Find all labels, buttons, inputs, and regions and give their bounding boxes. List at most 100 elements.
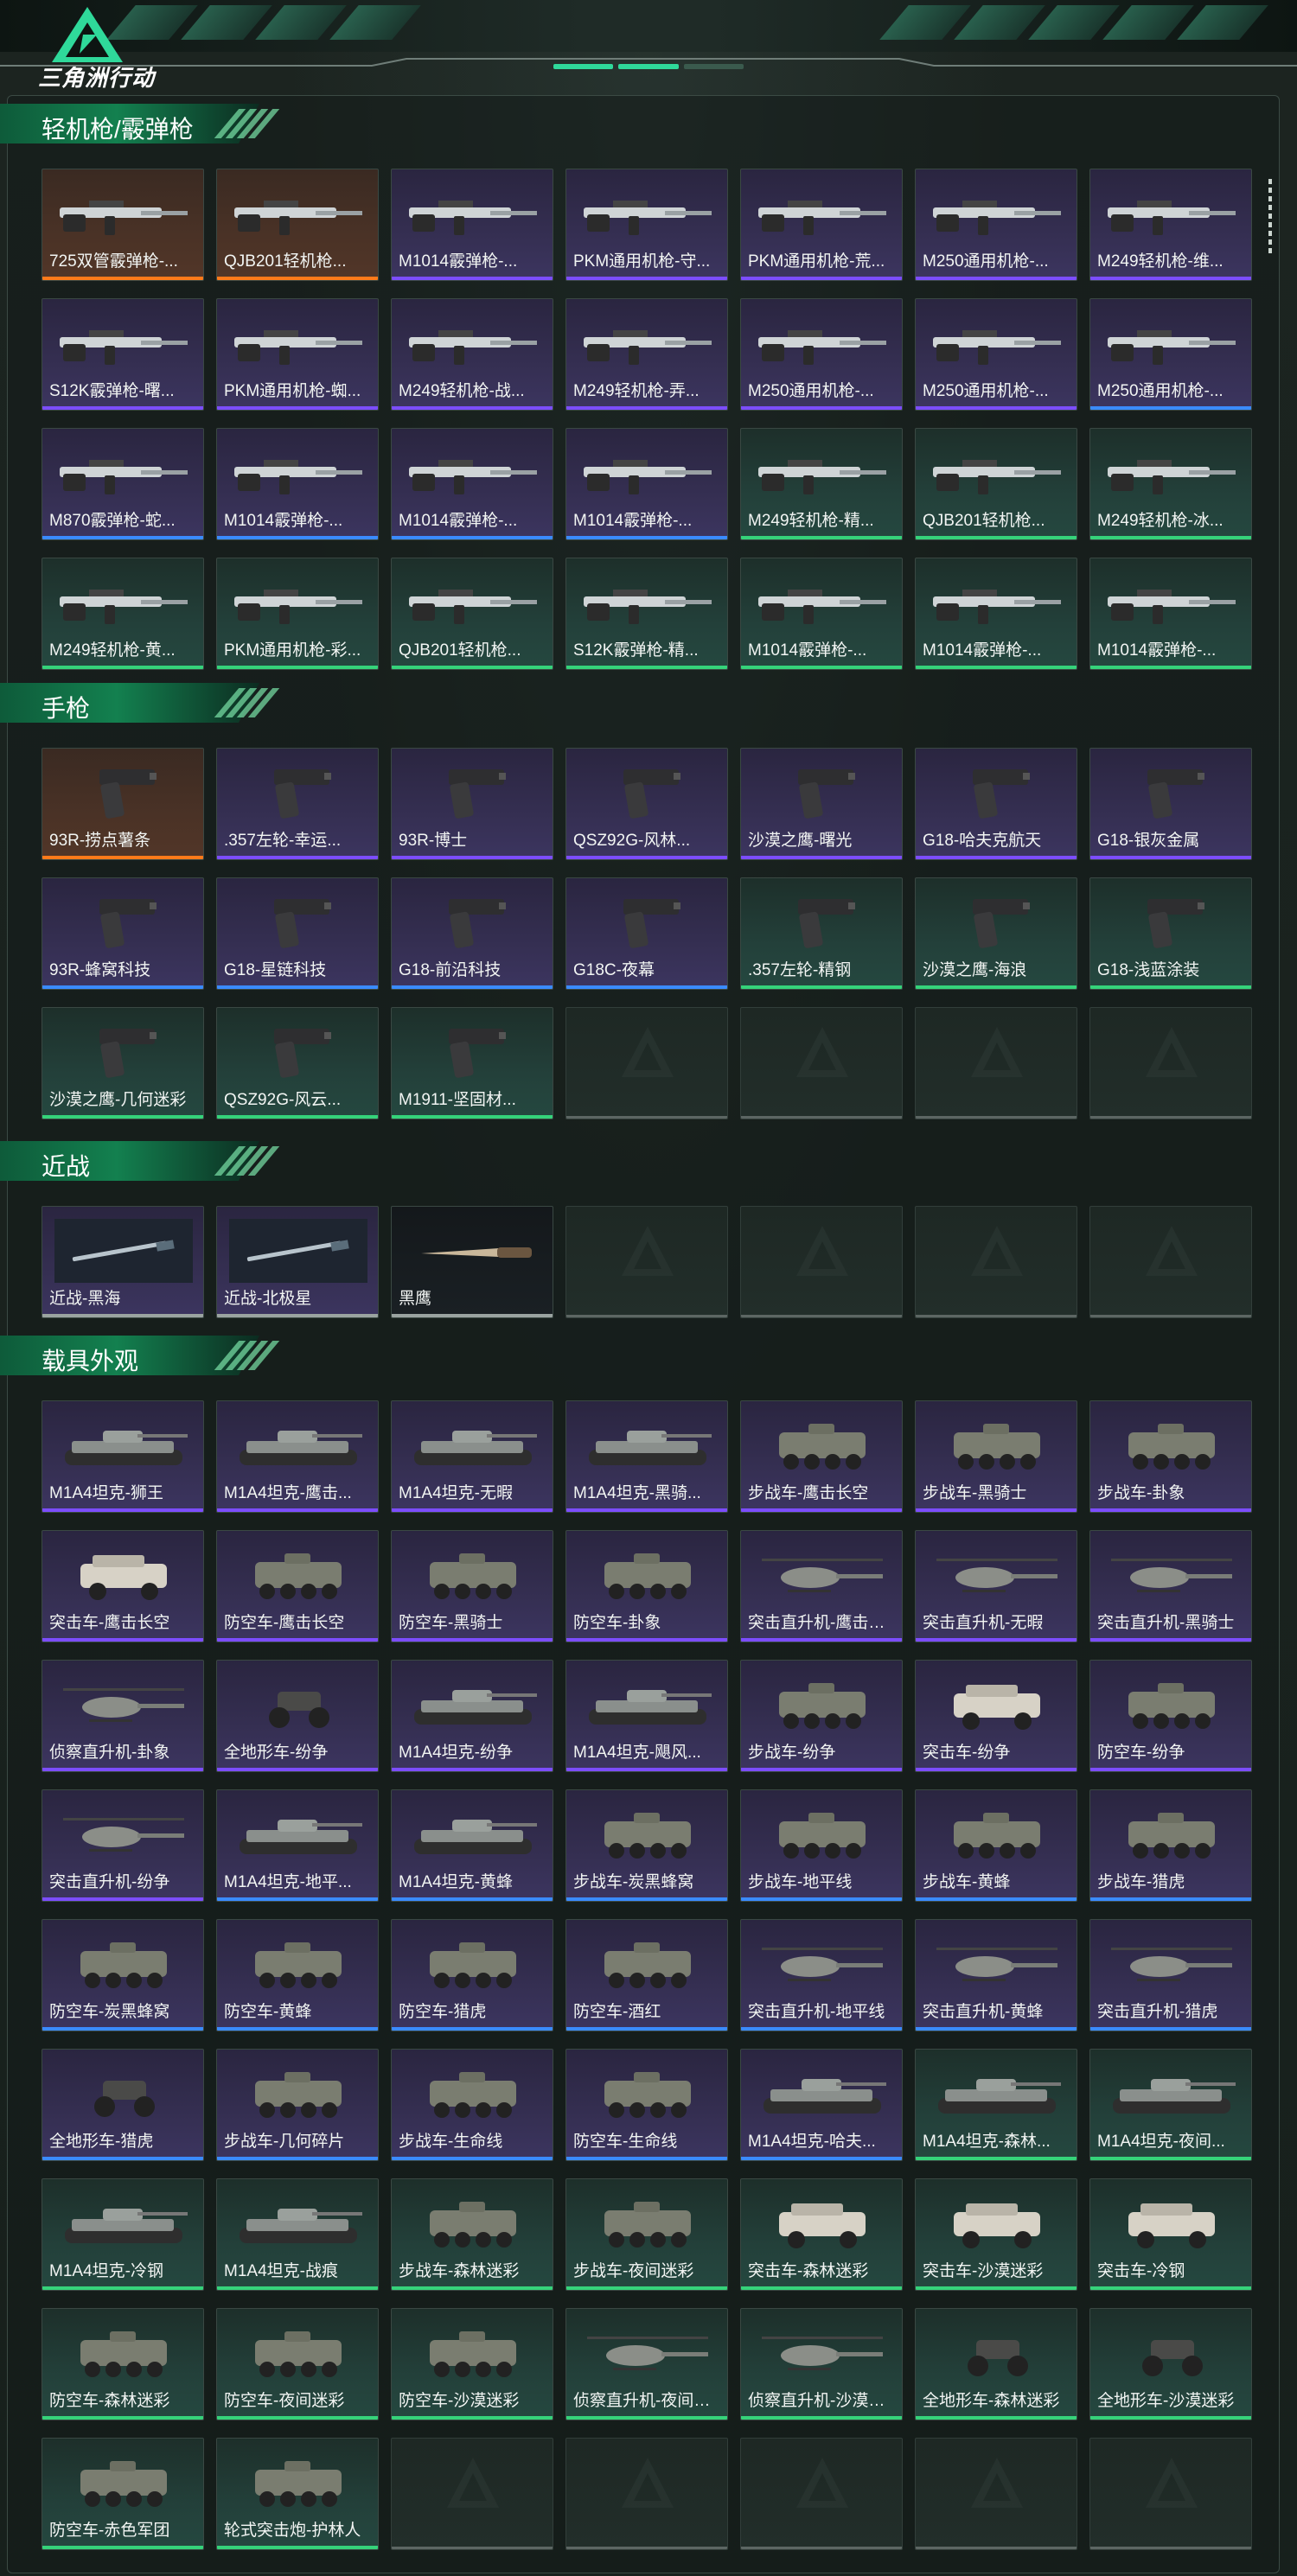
skin-card[interactable]: 沙漠之鹰-海浪: [915, 877, 1077, 990]
skin-card[interactable]: M1014霰弹枪-...: [391, 169, 553, 281]
skin-card[interactable]: 突击车-沙漠迷彩: [915, 2178, 1077, 2291]
skin-card[interactable]: 步战车-炭黑蜂窝: [565, 1789, 728, 1902]
skin-card[interactable]: QJB201轻机枪...: [915, 428, 1077, 540]
skin-card[interactable]: M250通用机枪-...: [915, 298, 1077, 411]
skin-card[interactable]: M1014霰弹枪-...: [915, 558, 1077, 670]
skin-card[interactable]: 防空车-纷争: [1089, 1660, 1252, 1772]
skin-card[interactable]: 93R-蜂窝科技: [42, 877, 204, 990]
skin-card[interactable]: 沙漠之鹰-几何迷彩: [42, 1007, 204, 1119]
skin-card[interactable]: 突击直升机-黑骑士: [1089, 1530, 1252, 1642]
scrollbar[interactable]: [1268, 179, 1274, 257]
skin-card[interactable]: M250通用机枪-...: [1089, 298, 1252, 411]
skin-card[interactable]: 突击直升机-地平线: [740, 1919, 903, 2031]
skin-card[interactable]: M1A4坦克-纷争: [391, 1660, 553, 1772]
skin-card[interactable]: 防空车-沙漠迷彩: [391, 2308, 553, 2420]
skin-card[interactable]: 突击直升机-黄蜂: [915, 1919, 1077, 2031]
skin-card[interactable]: 近战-北极星: [216, 1206, 379, 1318]
skin-card[interactable]: 近战-黑海: [42, 1206, 204, 1318]
skin-card[interactable]: M1014霰弹枪-...: [391, 428, 553, 540]
skin-card[interactable]: 全地形车-沙漠迷彩: [1089, 2308, 1252, 2420]
skin-card[interactable]: 防空车-黑骑士: [391, 1530, 553, 1642]
skin-card[interactable]: QJB201轻机枪...: [391, 558, 553, 670]
skin-card[interactable]: G18-银灰金属: [1089, 748, 1252, 860]
skin-card[interactable]: M249轻机枪-战...: [391, 298, 553, 411]
skin-card[interactable]: QSZ92G-风林...: [565, 748, 728, 860]
skin-card[interactable]: 步战车-地平线: [740, 1789, 903, 1902]
skin-card[interactable]: PKM通用机枪-彩...: [216, 558, 379, 670]
skin-card[interactable]: M1911-坚固材...: [391, 1007, 553, 1119]
skin-card[interactable]: 全地形车-纷争: [216, 1660, 379, 1772]
skin-card[interactable]: M1A4坦克-黄蜂: [391, 1789, 553, 1902]
skin-card[interactable]: 防空车-炭黑蜂窝: [42, 1919, 204, 2031]
skin-card[interactable]: 全地形车-猎虎: [42, 2049, 204, 2161]
skin-card[interactable]: S12K霰弹枪-精...: [565, 558, 728, 670]
skin-card[interactable]: 侦察直升机-沙漠迷...: [740, 2308, 903, 2420]
skin-card[interactable]: 突击直升机-鹰击长...: [740, 1530, 903, 1642]
skin-card[interactable]: G18C-夜幕: [565, 877, 728, 990]
skin-card[interactable]: M1A4坦克-地平...: [216, 1789, 379, 1902]
skin-card[interactable]: M249轻机枪-精...: [740, 428, 903, 540]
skin-card[interactable]: M1014霰弹枪-...: [216, 428, 379, 540]
skin-card[interactable]: .357左轮-幸运...: [216, 748, 379, 860]
skin-card[interactable]: PKM通用机枪-荒...: [740, 169, 903, 281]
skin-card[interactable]: 突击直升机-无暇: [915, 1530, 1077, 1642]
skin-card[interactable]: M1A4坦克-狮王: [42, 1400, 204, 1513]
skin-card[interactable]: M1014霰弹枪-...: [1089, 558, 1252, 670]
skin-card[interactable]: 突击车-纷争: [915, 1660, 1077, 1772]
skin-card[interactable]: 步战车-猎虎: [1089, 1789, 1252, 1902]
skin-card[interactable]: 步战车-森林迷彩: [391, 2178, 553, 2291]
skin-card[interactable]: M249轻机枪-弄...: [565, 298, 728, 411]
skin-card[interactable]: 725双管霰弹枪-...: [42, 169, 204, 281]
skin-card[interactable]: 防空车-森林迷彩: [42, 2308, 204, 2420]
skin-card[interactable]: 防空车-酒红: [565, 1919, 728, 2031]
skin-card[interactable]: M870霰弹枪-蛇...: [42, 428, 204, 540]
skin-card[interactable]: M249轻机枪-维...: [1089, 169, 1252, 281]
skin-card[interactable]: S12K霰弹枪-曙...: [42, 298, 204, 411]
skin-card[interactable]: 防空车-猎虎: [391, 1919, 553, 2031]
skin-card[interactable]: M249轻机枪-冰...: [1089, 428, 1252, 540]
skin-card[interactable]: G18-前沿科技: [391, 877, 553, 990]
skin-card[interactable]: M1A4坦克-飓风...: [565, 1660, 728, 1772]
skin-card[interactable]: PKM通用机枪-蜘...: [216, 298, 379, 411]
skin-card[interactable]: 突击车-鹰击长空: [42, 1530, 204, 1642]
skin-card[interactable]: 侦察直升机-夜间迷...: [565, 2308, 728, 2420]
skin-card[interactable]: 步战车-几何碎片: [216, 2049, 379, 2161]
skin-card[interactable]: 全地形车-森林迷彩: [915, 2308, 1077, 2420]
skin-card[interactable]: 防空车-赤色军团: [42, 2438, 204, 2550]
skin-card[interactable]: QJB201轻机枪...: [216, 169, 379, 281]
skin-card[interactable]: 突击车-冷钢: [1089, 2178, 1252, 2291]
skin-card[interactable]: 步战车-生命线: [391, 2049, 553, 2161]
skin-card[interactable]: M1A4坦克-哈夫...: [740, 2049, 903, 2161]
skin-card[interactable]: 93R-博士: [391, 748, 553, 860]
skin-card[interactable]: 步战车-黑骑士: [915, 1400, 1077, 1513]
skin-card[interactable]: M250通用机枪-...: [915, 169, 1077, 281]
skin-card[interactable]: G18-星链科技: [216, 877, 379, 990]
skin-card[interactable]: M1014霰弹枪-...: [565, 428, 728, 540]
skin-card[interactable]: M1A4坦克-鹰击...: [216, 1400, 379, 1513]
skin-card[interactable]: M1A4坦克-战痕: [216, 2178, 379, 2291]
skin-card[interactable]: M249轻机枪-黄...: [42, 558, 204, 670]
skin-card[interactable]: 步战车-纷争: [740, 1660, 903, 1772]
skin-card[interactable]: .357左轮-精钢: [740, 877, 903, 990]
skin-card[interactable]: 步战车-黄蜂: [915, 1789, 1077, 1902]
skin-card[interactable]: 步战车-鹰击长空: [740, 1400, 903, 1513]
skin-card[interactable]: M250通用机枪-...: [740, 298, 903, 411]
skin-card[interactable]: PKM通用机枪-守...: [565, 169, 728, 281]
skin-card[interactable]: QSZ92G-风云...: [216, 1007, 379, 1119]
skin-card[interactable]: G18-浅蓝涂装: [1089, 877, 1252, 990]
skin-card[interactable]: 防空车-夜间迷彩: [216, 2308, 379, 2420]
skin-card[interactable]: M1A4坦克-无暇: [391, 1400, 553, 1513]
skin-card[interactable]: 突击车-森林迷彩: [740, 2178, 903, 2291]
skin-card[interactable]: M1A4坦克-冷钢: [42, 2178, 204, 2291]
skin-card[interactable]: M1A4坦克-森林...: [915, 2049, 1077, 2161]
skin-card[interactable]: 防空车-黄蜂: [216, 1919, 379, 2031]
skin-card[interactable]: 步战车-夜间迷彩: [565, 2178, 728, 2291]
skin-card[interactable]: 步战车-卦象: [1089, 1400, 1252, 1513]
skin-card[interactable]: M1A4坦克-黑骑...: [565, 1400, 728, 1513]
skin-card[interactable]: G18-哈夫克航天: [915, 748, 1077, 860]
skin-card[interactable]: 沙漠之鹰-曙光: [740, 748, 903, 860]
skin-card[interactable]: 侦察直升机-卦象: [42, 1660, 204, 1772]
skin-card[interactable]: 突击直升机-猎虎: [1089, 1919, 1252, 2031]
skin-card[interactable]: 防空车-卦象: [565, 1530, 728, 1642]
skin-card[interactable]: 轮式突击炮-护林人: [216, 2438, 379, 2550]
